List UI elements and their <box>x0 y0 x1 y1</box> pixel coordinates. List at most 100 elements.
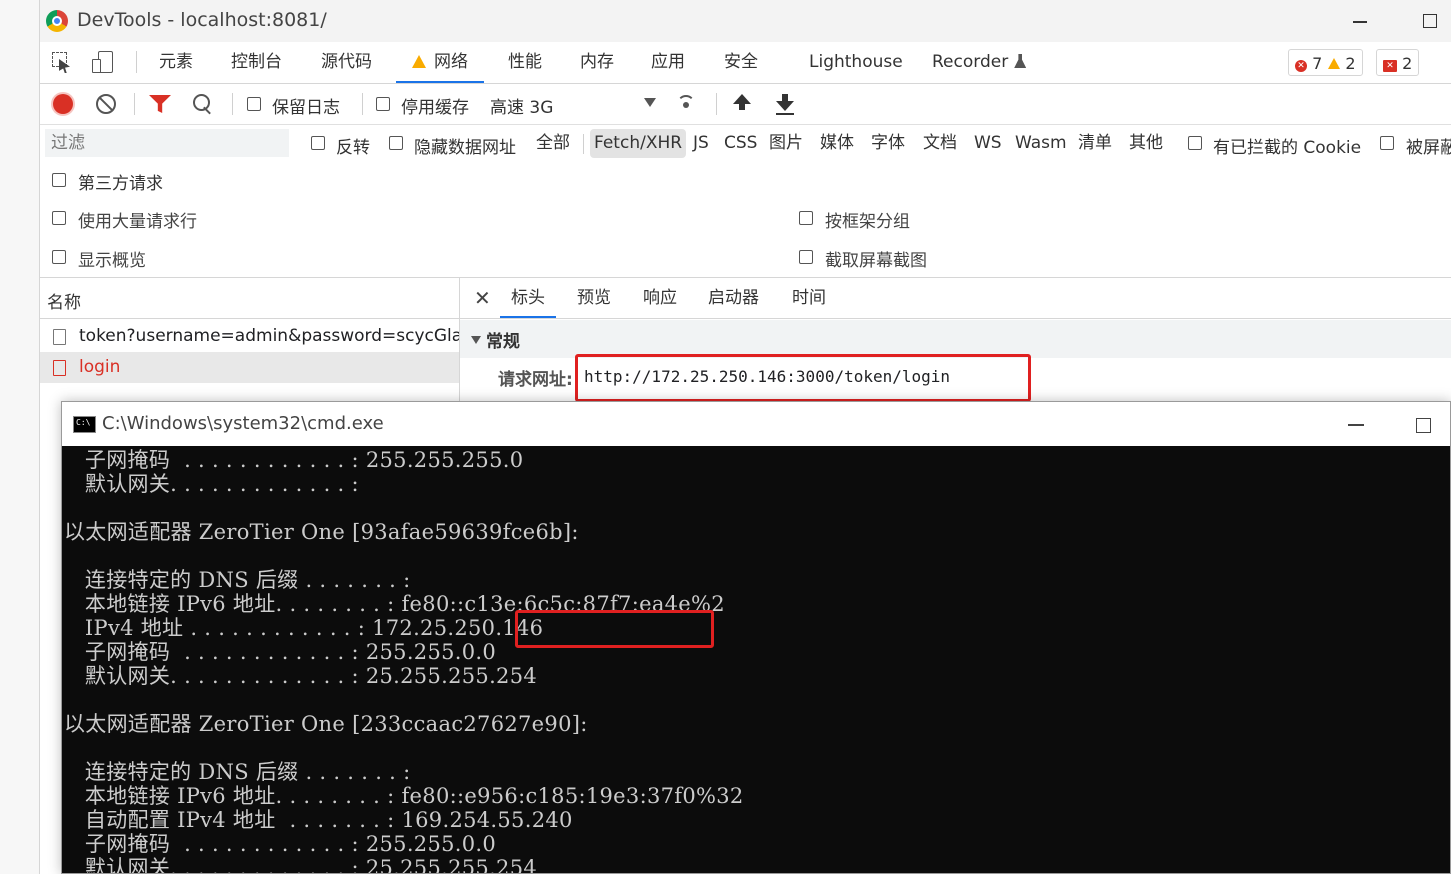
big-request-rows-checkbox[interactable] <box>52 211 66 225</box>
request-row-selected[interactable]: login <box>40 352 459 383</box>
tab-console[interactable]: 控制台 <box>231 42 282 81</box>
general-section-label: 常规 <box>486 332 520 352</box>
document-icon <box>53 360 66 376</box>
maximize-button[interactable] <box>1415 4 1445 38</box>
filter-icon[interactable] <box>149 95 171 113</box>
blocked-requests-checkbox[interactable] <box>1380 136 1394 150</box>
tab-network[interactable]: 网络 <box>396 42 484 83</box>
invert-checkbox[interactable] <box>311 136 325 150</box>
network-toolbar: 保留日志 停用缓存 高速 3G <box>40 84 1451 125</box>
name-column-header[interactable]: 名称 <box>40 278 459 319</box>
third-party-row: 第三方请求 <box>40 163 1451 200</box>
console-line: 以太网适配器 ZeroTier One [233ccaac27627e90]: <box>64 712 588 736</box>
show-overview-label: 显示概览 <box>78 251 146 271</box>
console-line: 自动配置 IPv4 地址 . . . . . . . : 169.254.55.… <box>64 808 573 832</box>
filter-type-all[interactable]: 全部 <box>533 129 573 158</box>
experiment-flask-icon <box>1014 54 1027 68</box>
tab-security[interactable]: 安全 <box>724 42 758 81</box>
divider <box>136 51 137 73</box>
disable-cache-checkbox[interactable] <box>376 97 390 111</box>
clear-icon[interactable] <box>96 94 116 114</box>
console-line: 本地链接 IPv6 地址. . . . . . . . : fe80::e956… <box>64 784 744 808</box>
console-line: 子网掩码 . . . . . . . . . . . . : 255.255.2… <box>64 448 524 472</box>
tab-initiator[interactable]: 启动器 <box>708 278 759 316</box>
tab-recorder[interactable]: Recorder <box>932 42 1027 81</box>
tab-timing[interactable]: 时间 <box>792 278 826 316</box>
search-icon[interactable] <box>193 94 213 114</box>
request-row[interactable]: token?username=admin&password=scycGla... <box>40 321 459 352</box>
tab-headers[interactable]: 标头 <box>500 278 556 318</box>
invert-label: 反转 <box>336 138 370 158</box>
minimize-button[interactable] <box>1345 4 1375 38</box>
tab-preview[interactable]: 预览 <box>577 278 611 316</box>
detail-tab-bar: ✕ 标头 预览 响应 启动器 时间 <box>460 278 1451 319</box>
throttle-select[interactable]: 高速 3G <box>490 93 553 118</box>
chevron-down-icon[interactable] <box>644 98 656 107</box>
third-party-label: 第三方请求 <box>78 174 163 194</box>
close-icon[interactable]: ✕ <box>474 286 491 310</box>
filter-type-images[interactable]: 图片 <box>766 129 806 158</box>
record-icon[interactable] <box>53 94 73 114</box>
export-har-icon[interactable] <box>776 94 794 115</box>
tab-response[interactable]: 响应 <box>643 278 677 316</box>
blocked-cookies-checkbox[interactable] <box>1188 136 1202 150</box>
panel-tab-bar: 元素 控制台 源代码 网络 性能 内存 应用 安全 Lighthouse Rec… <box>40 42 1451 84</box>
tab-recorder-label: Recorder <box>932 52 1009 72</box>
tab-network-label: 网络 <box>434 52 468 72</box>
filter-input[interactable] <box>45 129 289 157</box>
filter-type-js[interactable]: JS <box>690 129 712 158</box>
console-output[interactable]: 子网掩码 . . . . . . . . . . . . : 255.255.2… <box>62 446 1450 873</box>
title-bar: DevTools - localhost:8081/ <box>40 0 1451 42</box>
tab-application[interactable]: 应用 <box>651 42 685 81</box>
chrome-icon <box>46 10 68 32</box>
filter-bar: 反转 隐藏数据网址 全部 Fetch/XHR JS CSS 图片 媒体 字体 文… <box>40 125 1451 163</box>
request-name: token?username=admin&password=scycGla... <box>79 326 459 346</box>
cmd-minimize-button[interactable] <box>1340 410 1370 440</box>
cmd-maximize-button[interactable] <box>1409 410 1439 440</box>
filter-type-manifest[interactable]: 清单 <box>1075 129 1115 158</box>
preserve-log-checkbox[interactable] <box>247 97 261 111</box>
tab-lighthouse[interactable]: Lighthouse <box>809 42 903 81</box>
hide-data-urls-checkbox[interactable] <box>389 136 403 150</box>
tab-sources[interactable]: 源代码 <box>321 42 372 81</box>
filter-type-wasm[interactable]: Wasm <box>1012 129 1070 158</box>
filter-type-other[interactable]: 其他 <box>1126 129 1166 158</box>
tab-memory[interactable]: 内存 <box>580 42 614 81</box>
divider <box>232 93 233 115</box>
filter-type-media[interactable]: 媒体 <box>817 129 857 158</box>
console-errors-badge[interactable]: ✕ 7 2 <box>1288 49 1363 76</box>
filter-type-fetch-xhr[interactable]: Fetch/XHR <box>590 129 687 158</box>
issue-flag-icon: ✕ <box>1383 60 1397 72</box>
terminal-icon <box>73 416 96 433</box>
network-conditions-icon[interactable] <box>676 93 700 113</box>
divider <box>583 134 584 154</box>
warning-count: 2 <box>1345 54 1356 73</box>
filter-type-css[interactable]: CSS <box>721 129 760 158</box>
big-request-rows-label: 使用大量请求行 <box>78 212 197 232</box>
group-by-frame-checkbox[interactable] <box>799 211 813 225</box>
import-har-icon[interactable] <box>733 94 751 114</box>
blocked-cookies-label: 有已拦截的 Cookie <box>1213 138 1362 158</box>
inspect-element-icon[interactable] <box>52 52 74 74</box>
show-overview-checkbox[interactable] <box>52 250 66 264</box>
third-party-checkbox[interactable] <box>52 173 66 187</box>
warning-icon <box>412 55 426 68</box>
filter-type-ws[interactable]: WS <box>971 129 1005 158</box>
network-settings: 使用大量请求行 按框架分组 显示概览 截取屏幕截图 <box>40 199 1451 278</box>
tab-elements[interactable]: 元素 <box>159 42 193 81</box>
cmd-title-bar: C:\Windows\system32\cmd.exe <box>62 402 1450 446</box>
cmd-window: C:\Windows\system32\cmd.exe 子网掩码 . . . .… <box>61 401 1451 874</box>
filter-type-doc[interactable]: 文档 <box>920 129 960 158</box>
blocked-requests-label: 被屏蔽 <box>1406 138 1451 158</box>
console-line: 子网掩码 . . . . . . . . . . . . : 255.255.0… <box>64 640 497 664</box>
issues-badge[interactable]: ✕ 2 <box>1376 49 1420 76</box>
capture-screenshots-checkbox[interactable] <box>799 250 813 264</box>
console-line: 默认网关. . . . . . . . . . . . . : <box>64 472 359 496</box>
console-line: 连接特定的 DNS 后缀 . . . . . . . : <box>64 568 411 592</box>
device-toolbar-icon[interactable] <box>92 51 116 75</box>
cmd-window-title: C:\Windows\system32\cmd.exe <box>102 413 384 434</box>
console-line: 连接特定的 DNS 后缀 . . . . . . . : <box>64 760 411 784</box>
tab-performance[interactable]: 性能 <box>508 42 542 81</box>
general-section-header[interactable]: 常规 <box>460 320 1451 358</box>
filter-type-font[interactable]: 字体 <box>868 129 908 158</box>
